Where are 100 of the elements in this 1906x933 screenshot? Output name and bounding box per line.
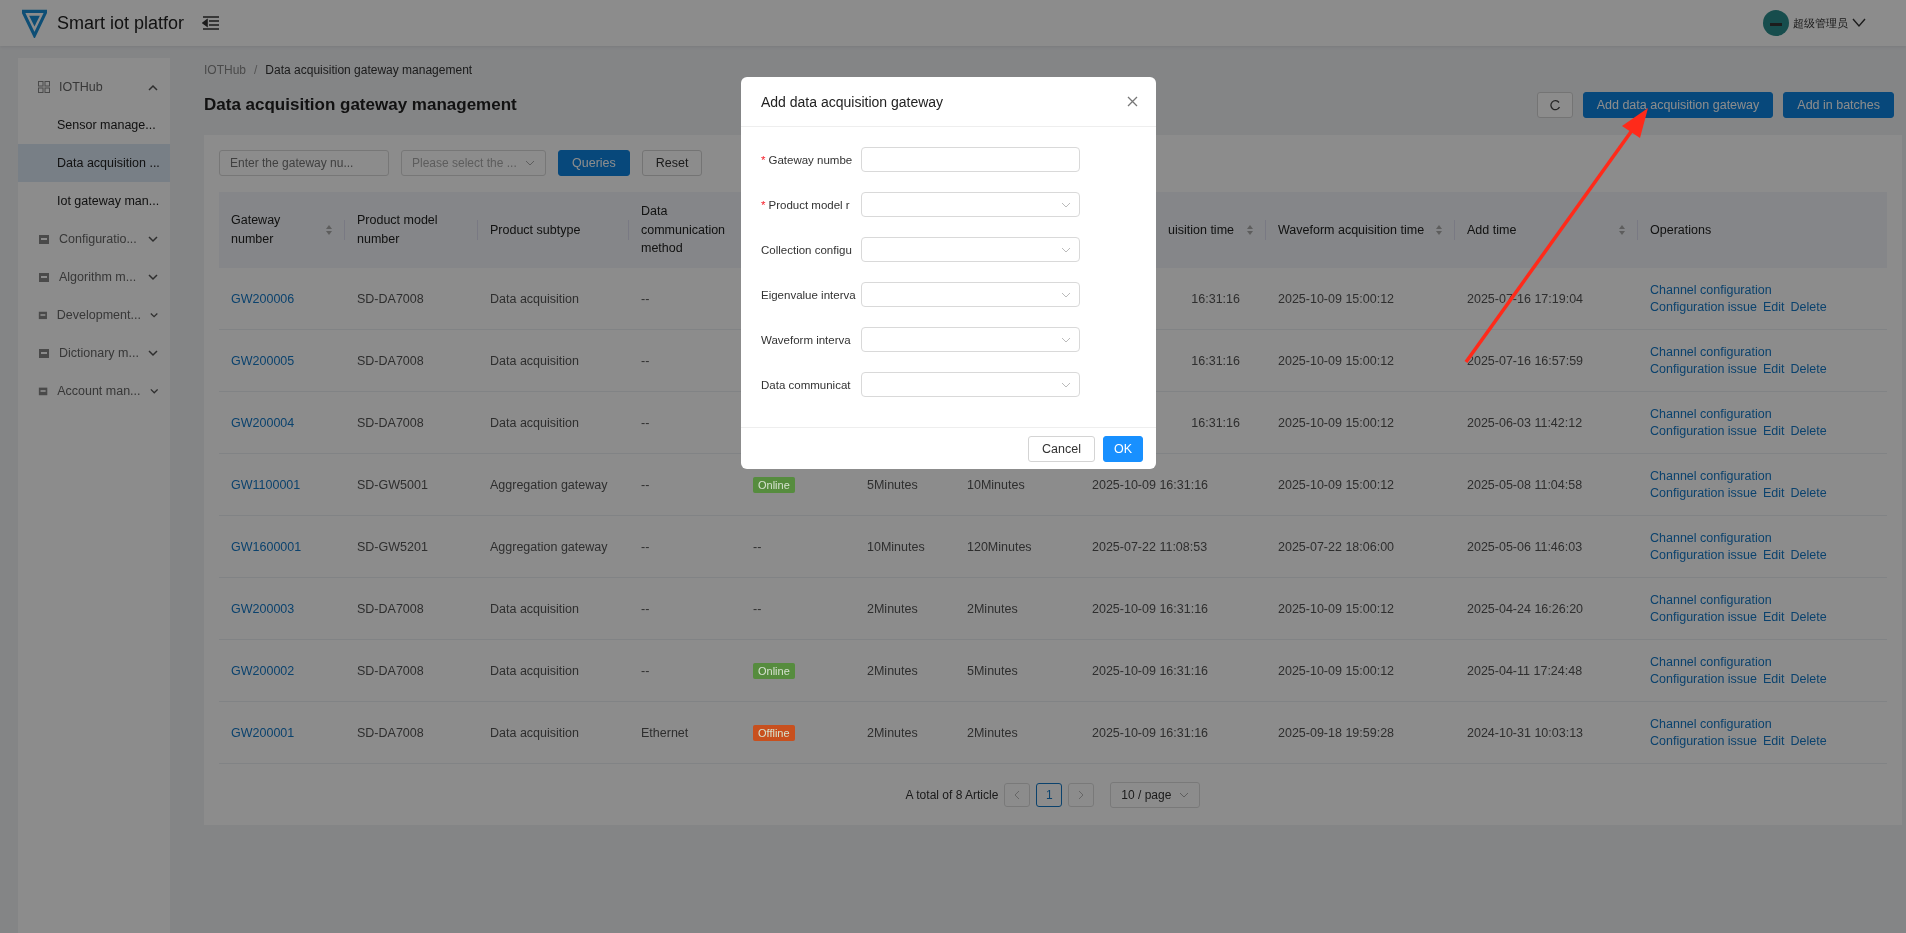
user-name[interactable]: 超级管理员 xyxy=(1793,15,1848,31)
menu-icon[interactable] xyxy=(202,15,220,31)
table-cell: 2025-10-09 16:31:16 xyxy=(1092,725,1209,740)
field-label: Collection configu xyxy=(761,243,853,256)
channel-config-link[interactable]: Channel configuration xyxy=(1650,469,1827,483)
gateway-link[interactable]: GW200003 xyxy=(231,601,295,616)
table-cell: SD-DA7008 xyxy=(357,291,424,306)
sidebar-item[interactable]: Algorithm m... xyxy=(18,258,170,296)
sort-icon[interactable] xyxy=(325,224,333,236)
table-cell: Data acquisition xyxy=(490,291,579,306)
operation-link[interactable]: Edit xyxy=(1763,486,1785,500)
breadcrumb-item: Data acquisition gateway management xyxy=(265,63,473,77)
channel-config-link[interactable]: Channel configuration xyxy=(1650,717,1827,731)
next-page-button[interactable] xyxy=(1068,783,1095,807)
operation-link[interactable]: Edit xyxy=(1763,300,1785,314)
select-field[interactable] xyxy=(861,192,1080,217)
operation-link[interactable]: Delete xyxy=(1790,672,1827,686)
chevron-down-icon[interactable] xyxy=(1852,18,1866,28)
column-header[interactable]: Gateway number xyxy=(219,192,345,268)
operation-link[interactable]: Configuration issue xyxy=(1650,486,1757,500)
operation-link[interactable]: Configuration issue xyxy=(1650,548,1757,562)
reset-button[interactable]: Reset xyxy=(641,150,703,176)
gateway-link[interactable]: GW1600001 xyxy=(231,539,302,554)
gateway-link[interactable]: GW200006 xyxy=(231,291,295,306)
sidebar-subitem[interactable]: Sensor manage... xyxy=(18,106,170,144)
page-button[interactable]: 1 xyxy=(1036,783,1063,807)
select-field[interactable] xyxy=(861,282,1080,307)
operation-link[interactable]: Delete xyxy=(1790,300,1827,314)
gateway-link[interactable]: GW1100001 xyxy=(231,477,301,492)
header-label: Product model number xyxy=(357,212,439,248)
select-field[interactable] xyxy=(861,327,1080,352)
operation-link[interactable]: Delete xyxy=(1790,424,1827,438)
table-cell: 120Minutes xyxy=(967,539,1032,554)
sidebar-item[interactable]: Configuratio... xyxy=(18,220,170,258)
sidebar-item[interactable]: Account man... xyxy=(18,372,170,410)
table-cell: 2Minutes xyxy=(867,663,918,678)
sort-icon[interactable] xyxy=(1618,224,1626,236)
sidebar-item[interactable]: Development... xyxy=(18,296,170,334)
select-field[interactable] xyxy=(861,372,1080,397)
operation-link[interactable]: Edit xyxy=(1763,610,1785,624)
operation-link[interactable]: Configuration issue xyxy=(1650,610,1757,624)
channel-config-link[interactable]: Channel configuration xyxy=(1650,283,1827,297)
channel-config-link[interactable]: Channel configuration xyxy=(1650,345,1827,359)
ok-button[interactable]: OK xyxy=(1102,435,1143,462)
sort-icon[interactable] xyxy=(1435,224,1443,236)
column-header[interactable]: Waveform acquisition time xyxy=(1266,192,1455,268)
operation-link[interactable]: Configuration issue xyxy=(1650,672,1757,686)
table-cell: Data acquisition xyxy=(490,353,579,368)
table-cell: 5Minutes xyxy=(967,663,1018,678)
select-field[interactable] xyxy=(861,237,1080,262)
sidebar-item[interactable]: IOTHub xyxy=(18,68,170,106)
add-button[interactable]: Add data acquisition gateway xyxy=(1582,92,1774,118)
breadcrumb-item[interactable]: IOTHub xyxy=(204,63,246,77)
sidebar-subitem[interactable]: Data acquisition ... xyxy=(18,144,170,182)
query-button[interactable]: Queries xyxy=(558,150,630,176)
operation-link[interactable]: Delete xyxy=(1790,548,1827,562)
cancel-button[interactable]: Cancel xyxy=(1028,435,1095,462)
previous-page-button[interactable] xyxy=(1004,783,1031,807)
table-cell: Aggregation gateway xyxy=(490,477,608,492)
operation-link[interactable]: Delete xyxy=(1790,362,1827,376)
gateway-link[interactable]: GW200002 xyxy=(231,663,295,678)
operation-link[interactable]: Configuration issue xyxy=(1650,300,1757,314)
refresh-button[interactable] xyxy=(1536,92,1573,118)
add-button[interactable]: Add in batches xyxy=(1783,92,1894,118)
header-label: uisition time xyxy=(1167,221,1235,239)
page-size-select[interactable]: 10 / page xyxy=(1110,782,1201,808)
channel-config-link[interactable]: Channel configuration xyxy=(1650,531,1827,545)
chevron-left-icon xyxy=(1014,790,1021,800)
sidebar-subitem[interactable]: Iot gateway man... xyxy=(18,182,170,220)
channel-config-link[interactable]: Channel configuration xyxy=(1650,407,1827,421)
sort-icon[interactable] xyxy=(1246,224,1254,236)
module-icon xyxy=(38,347,50,359)
sidebar-item[interactable]: Dictionary m... xyxy=(18,334,170,372)
table-cell: 2Minutes xyxy=(867,601,918,616)
gateway-link[interactable]: GW200001 xyxy=(231,725,295,740)
gateway-link[interactable]: GW200004 xyxy=(231,415,295,430)
operation-link[interactable]: Edit xyxy=(1763,672,1785,686)
close-icon[interactable] xyxy=(1127,96,1138,107)
operation-link[interactable]: Delete xyxy=(1790,610,1827,624)
table-cell: SD-DA7008 xyxy=(357,663,424,678)
table-cell: SD-DA7008 xyxy=(357,601,424,616)
chevron-down-icon xyxy=(1179,792,1190,798)
operation-link[interactable]: Configuration issue xyxy=(1650,362,1757,376)
operation-link[interactable]: Delete xyxy=(1790,486,1827,500)
operation-link[interactable]: Edit xyxy=(1763,548,1785,562)
operation-link[interactable]: Edit xyxy=(1763,362,1785,376)
column-header[interactable]: Add time xyxy=(1455,192,1638,268)
avatar-icon[interactable] xyxy=(1763,10,1789,36)
gateway-number-field[interactable]: Enter the gateway nu... xyxy=(219,150,389,176)
operation-link[interactable]: Edit xyxy=(1763,424,1785,438)
gateway-link[interactable]: GW200005 xyxy=(231,353,295,368)
operation-link[interactable]: Delete xyxy=(1790,734,1827,748)
operation-link[interactable]: Configuration issue xyxy=(1650,424,1757,438)
text-field[interactable] xyxy=(861,147,1080,172)
channel-config-link[interactable]: Channel configuration xyxy=(1650,655,1827,669)
operation-link[interactable]: Edit xyxy=(1763,734,1785,748)
table-cell: 2Minutes xyxy=(967,601,1018,616)
chevron-down-icon xyxy=(148,235,158,243)
channel-config-link[interactable]: Channel configuration xyxy=(1650,593,1827,607)
operation-link[interactable]: Configuration issue xyxy=(1650,734,1757,748)
